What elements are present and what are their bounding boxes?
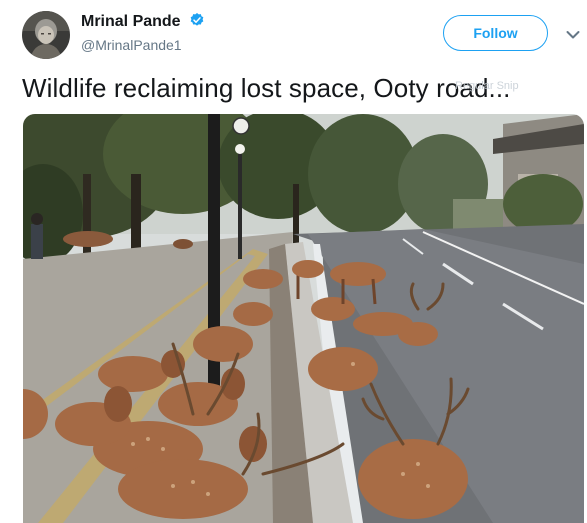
display-name-text: Mrinal Pande bbox=[81, 13, 181, 30]
deer-street-photo bbox=[23, 114, 584, 523]
verified-badge-icon bbox=[189, 12, 205, 33]
user-handle[interactable]: @MrinalPande1 bbox=[81, 37, 182, 53]
chevron-down-icon[interactable] bbox=[566, 27, 580, 39]
tweet-text: Wildlife reclaiming lost space, Ooty roa… bbox=[22, 73, 511, 103]
display-name[interactable]: Mrinal Pande bbox=[81, 12, 205, 33]
snip-watermark: Regular Snip bbox=[455, 80, 519, 92]
avatar[interactable] bbox=[22, 11, 70, 59]
tweet-card: Mrinal Pande @MrinalPande1 Follow Wildli… bbox=[0, 0, 587, 523]
follow-button-label: Follow bbox=[473, 25, 518, 41]
tweet-photo[interactable] bbox=[23, 114, 584, 523]
follow-button[interactable]: Follow bbox=[443, 15, 548, 51]
